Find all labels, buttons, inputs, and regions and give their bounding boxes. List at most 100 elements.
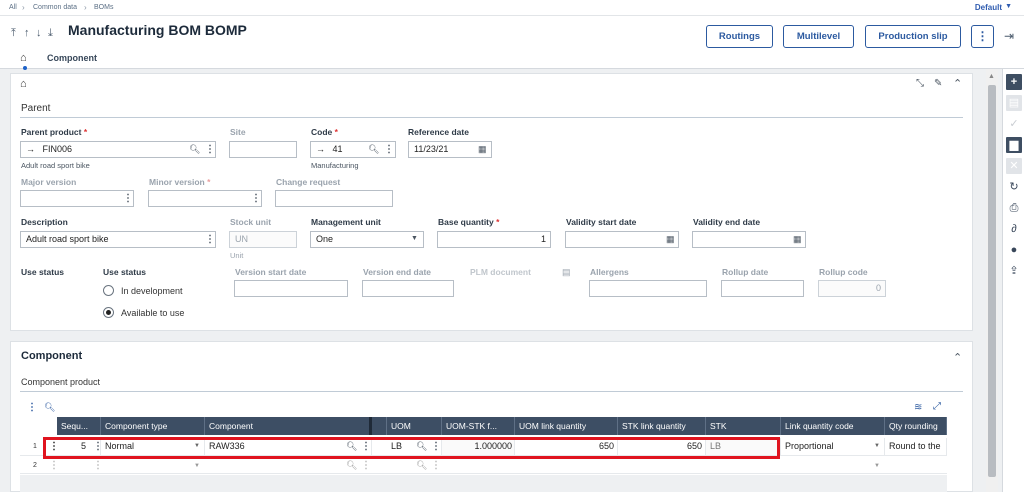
plus-icon[interactable]: + (1006, 74, 1022, 90)
more-actions-button[interactable]: ⋮ (971, 25, 994, 48)
more-vertical-icon[interactable]: ⋮ (361, 461, 371, 471)
pin-icon[interactable]: ⤡ (916, 78, 924, 89)
calendar-icon[interactable]: ▦ (793, 234, 802, 245)
breadcrumb-boms[interactable]: BOMs (94, 4, 113, 11)
cell-link-quantity-code[interactable]: Proportional (781, 438, 885, 455)
search-icon[interactable]: 🔍︎ (44, 402, 55, 413)
tab-home[interactable]: ⌂ (20, 52, 27, 64)
environment-selector[interactable]: Default (975, 3, 1002, 12)
close-icon: ✕ (1006, 158, 1022, 174)
major-version-label: Major version (21, 177, 77, 187)
code-description: Manufacturing (311, 161, 359, 170)
dropdown-arrow-icon[interactable]: ▼ (874, 463, 880, 469)
next-record-icon[interactable]: ↓ (36, 27, 42, 39)
dropdown-arrow-icon[interactable]: ▼ (411, 235, 418, 242)
site-field[interactable] (229, 141, 297, 158)
comment-icon[interactable]: ● (1006, 242, 1022, 258)
more-vertical-icon[interactable]: ⋮ (205, 145, 215, 155)
scroll-up-icon[interactable]: ▲ (988, 73, 995, 80)
breadcrumb-all[interactable]: All (9, 4, 17, 11)
home-icon[interactable]: ⌂ (20, 78, 27, 90)
more-vertical-icon[interactable]: ⋮ (93, 461, 103, 471)
dropdown-arrow-icon[interactable]: ▼ (874, 443, 880, 449)
calendar-icon[interactable]: ▦ (478, 144, 487, 155)
share-icon[interactable]: ⇪ (1006, 263, 1022, 279)
version-end-date-field[interactable] (362, 280, 454, 297)
breadcrumb-common-data[interactable]: Common data (33, 4, 77, 11)
change-request-field[interactable] (275, 190, 393, 207)
column-header-stk[interactable]: STK (706, 417, 781, 435)
radio-in-development[interactable] (103, 285, 114, 296)
component-product-subtitle: Component product (21, 377, 101, 387)
tab-component[interactable]: Component (47, 53, 97, 63)
page-scrollbar[interactable]: ▲ (986, 69, 998, 492)
rollup-date-label: Rollup date (722, 267, 769, 277)
cell-qty-rounding[interactable]: Round to the (885, 438, 947, 455)
chevron-up-icon[interactable]: ⌃ (953, 77, 962, 90)
search-icon[interactable]: 🔍︎ (189, 144, 200, 155)
more-vertical-icon[interactable]: ⋮ (251, 194, 261, 204)
more-vertical-icon[interactable]: ⋮ (123, 194, 133, 204)
document-icon[interactable]: ▤ (562, 267, 571, 278)
base-quantity-field[interactable]: 1 (437, 231, 551, 248)
validity-start-date-field[interactable] (565, 231, 679, 248)
column-header-sequence[interactable]: Sequ... (57, 417, 101, 435)
plm-document-label: PLM document (470, 267, 531, 277)
refresh-icon[interactable]: ↻ (1006, 179, 1022, 195)
layers-icon[interactable]: ≋ (914, 402, 922, 413)
calendar-icon[interactable]: ▦ (666, 234, 675, 245)
allergens-field[interactable] (589, 280, 707, 297)
column-header-stk-link-quantity[interactable]: STK link quantity (618, 417, 706, 435)
minor-version-field[interactable] (148, 190, 262, 207)
dropdown-arrow-icon[interactable]: ▼ (194, 463, 200, 469)
arrow-right-icon: → (26, 144, 35, 154)
parent-product-description: Adult road sport bike (21, 161, 90, 170)
expand-icon[interactable]: ⤢ (933, 401, 941, 412)
grid-options-icon[interactable]: ⋮ (27, 403, 37, 413)
validity-end-date-field[interactable] (692, 231, 806, 248)
logout-icon[interactable]: ⇥ (1004, 29, 1014, 43)
last-record-icon[interactable]: ⤓ (48, 27, 53, 40)
code-label: Code * (311, 127, 338, 137)
chevron-up-icon[interactable]: ⌃ (953, 351, 962, 364)
row-number: 1 (33, 443, 37, 450)
first-record-icon[interactable]: ⤒ (11, 27, 16, 40)
column-header-link-quantity-code[interactable]: Link quantity code (781, 417, 885, 435)
more-vertical-icon[interactable]: ⋮ (431, 461, 441, 471)
chevron-down-icon[interactable]: ▼ (1005, 3, 1012, 10)
search-icon[interactable]: 🔍︎ (368, 144, 379, 155)
column-header-component-type[interactable]: Component type (101, 417, 205, 435)
stock-unit-label: Stock unit (230, 217, 272, 227)
trash-icon[interactable]: ▆ (1006, 137, 1022, 153)
multilevel-button[interactable]: Multilevel (783, 25, 854, 48)
row-number: 2 (33, 462, 37, 469)
column-header-uom-stk-factor[interactable]: UOM-STK f... (442, 417, 515, 435)
rollup-date-field[interactable] (721, 280, 804, 297)
version-start-date-field[interactable] (234, 280, 348, 297)
more-vertical-icon[interactable]: ⋮ (205, 235, 215, 245)
table-row[interactable] (20, 457, 947, 474)
production-slip-button[interactable]: Production slip (865, 25, 961, 48)
version-end-date-label: Version end date (363, 267, 432, 277)
row-actions-icon[interactable]: ⋮ (49, 461, 59, 471)
previous-record-icon[interactable]: ↑ (24, 27, 30, 39)
description-label: Description (21, 217, 68, 227)
major-version-field[interactable] (20, 190, 134, 207)
search-icon[interactable]: 🔍︎ (346, 460, 357, 471)
column-header-uom-link-quantity[interactable]: UOM link quantity (515, 417, 618, 435)
paperclip-icon[interactable]: ∂ (1006, 221, 1022, 237)
print-icon[interactable]: ⎙ (1006, 200, 1022, 216)
parent-product-field[interactable]: → FIN006 (20, 141, 216, 158)
edit-icon[interactable]: ✎ (934, 78, 942, 89)
column-header-qty-rounding[interactable]: Qty rounding (885, 417, 947, 435)
more-vertical-icon[interactable]: ⋮ (384, 145, 394, 155)
radio-available-to-use[interactable] (103, 307, 114, 318)
description-field[interactable]: Adult road sport bike (20, 231, 216, 248)
scrollbar-thumb[interactable] (988, 85, 996, 477)
search-icon[interactable]: 🔍︎ (416, 460, 427, 471)
column-header-uom[interactable]: UOM (387, 417, 442, 435)
routings-button[interactable]: Routings (706, 25, 773, 48)
management-unit-select[interactable]: One (310, 231, 424, 248)
check-icon: ✓ (1009, 118, 1019, 130)
column-header-component[interactable]: Component (205, 417, 372, 435)
